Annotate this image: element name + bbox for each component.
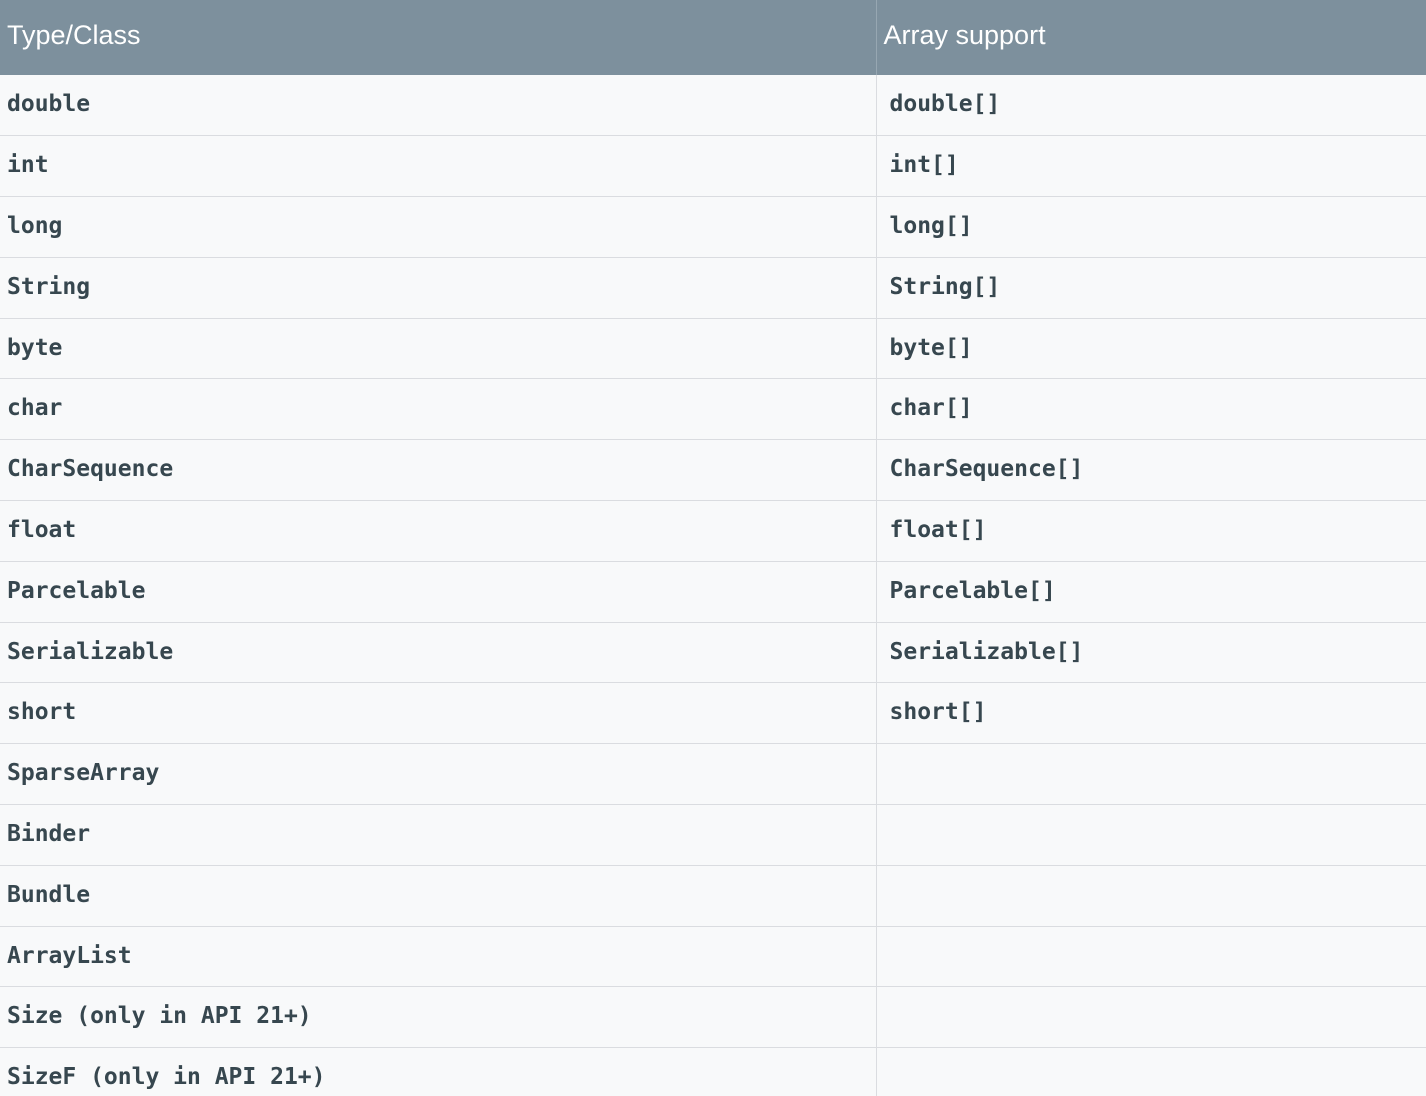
array-cell [876,865,1426,927]
array-cell: String[] [876,257,1426,319]
type-cell: Binder [0,804,877,866]
header-row: Type/Class Array support [0,0,1426,75]
array-cell: int[] [876,135,1426,198]
array-cell: char[] [876,378,1426,441]
type-cell: double [0,75,877,137]
type-cell: Size (only in API 21+) [0,986,877,1049]
array-cell: float[] [876,500,1426,562]
table-row: short short[] [0,682,1426,745]
type-cell: char [0,378,877,441]
table-row: ArrayList [0,926,1426,988]
type-cell: SparseArray [0,743,877,806]
table-row: byte byte[] [0,318,1426,380]
table-row: double double[] [0,75,1426,137]
array-cell: double[] [876,75,1426,137]
array-cell [876,804,1426,866]
type-cell: long [0,196,877,258]
table-row: Bundle [0,865,1426,927]
table-row: int int[] [0,135,1426,198]
table-row: Binder [0,804,1426,866]
header-array-support: Array support [876,0,1426,75]
table-row: SparseArray [0,743,1426,806]
table-row: Serializable Serializable[] [0,622,1426,684]
type-cell: byte [0,318,877,380]
array-cell [876,743,1426,806]
array-cell [876,926,1426,988]
array-cell: short[] [876,682,1426,745]
table-row: SizeF (only in API 21+) [0,1047,1426,1096]
table-row: CharSequence CharSequence[] [0,439,1426,502]
type-cell: String [0,257,877,319]
table-row: Parcelable Parcelable[] [0,561,1426,623]
type-cell: CharSequence [0,439,877,502]
table-row: long long[] [0,196,1426,258]
array-cell [876,986,1426,1049]
array-cell: CharSequence[] [876,439,1426,502]
table-row: char char[] [0,378,1426,441]
type-cell: short [0,682,877,745]
type-cell: float [0,500,877,562]
array-cell: long[] [876,196,1426,258]
array-cell: Parcelable[] [876,561,1426,623]
array-cell: Serializable[] [876,622,1426,684]
array-cell [876,1047,1426,1096]
type-cell: Serializable [0,622,877,684]
table-row: Size (only in API 21+) [0,986,1426,1049]
type-support-table: Type/Class Array support double double[]… [0,0,1426,1096]
table-row: float float[] [0,500,1426,562]
type-cell: SizeF (only in API 21+) [0,1047,877,1096]
type-cell: Parcelable [0,561,877,623]
header-type-class: Type/Class [0,0,877,75]
array-cell: byte[] [876,318,1426,380]
type-cell: Bundle [0,865,877,927]
table-body: double double[] int int[] long long[] St… [0,75,1426,1096]
type-cell: int [0,135,877,198]
type-cell: ArrayList [0,926,877,988]
table-row: String String[] [0,257,1426,319]
